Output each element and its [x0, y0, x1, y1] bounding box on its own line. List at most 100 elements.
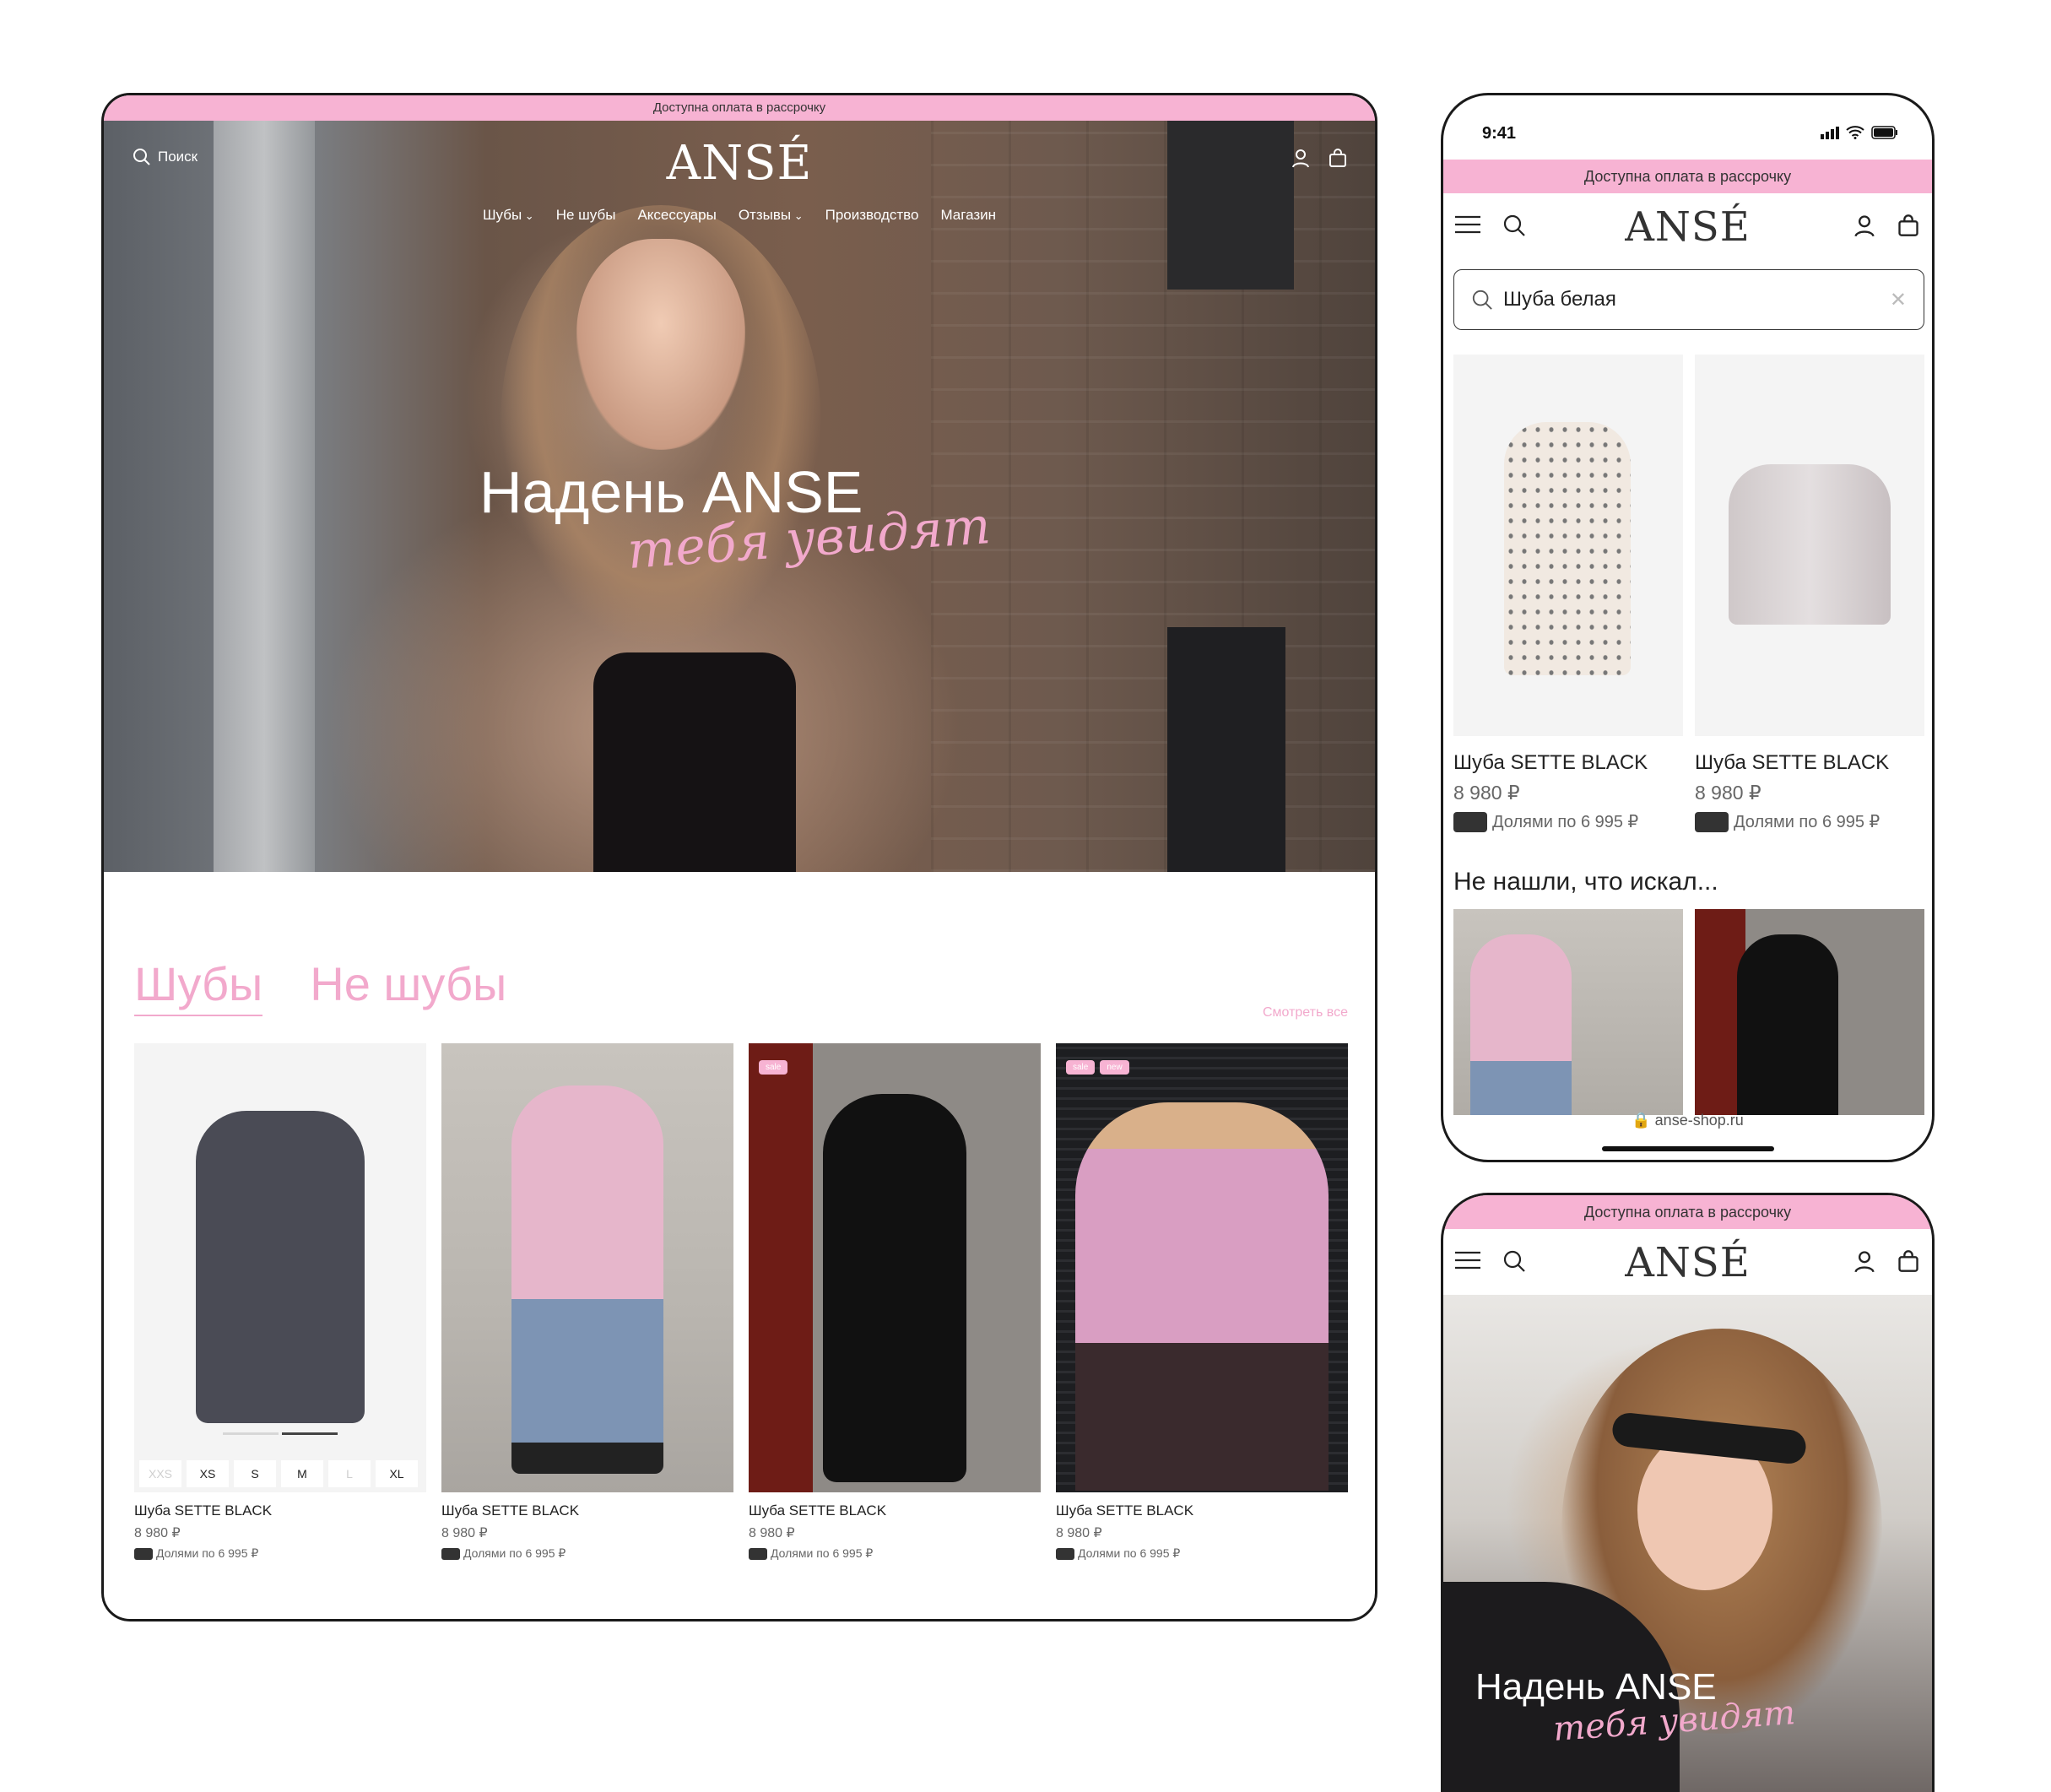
search-icon[interactable] [1502, 1249, 1526, 1273]
clear-icon[interactable]: ✕ [1890, 288, 1907, 312]
menu-icon[interactable] [1455, 214, 1480, 237]
product-price: 8 980 ₽ [749, 1526, 795, 1540]
installment-info: Долями по 6 995 ₽ [134, 1546, 426, 1561]
search-button[interactable]: Поиск [133, 148, 198, 166]
product-price: 8 980 ₽ [1056, 1526, 1102, 1540]
product-image[interactable]: XXS XS S M L XL [134, 1043, 426, 1492]
dolyami-icon [134, 1547, 153, 1560]
product-image[interactable] [1453, 355, 1683, 736]
hero-model-face [576, 239, 745, 450]
dolyami-icon [1056, 1547, 1074, 1560]
promo-banner: Доступна оплата в рассрочку [1443, 160, 1932, 193]
brand-logo[interactable]: ANSÉ [667, 136, 813, 191]
product-card[interactable]: sale new Шуба SETTE BLACK 8 980 ₽ Долями… [1056, 1043, 1348, 1561]
product-name[interactable]: Шуба SETTE BLACK [1056, 1502, 1348, 1519]
product-card[interactable]: Шуба SETTE BLACK 8 980 ₽ Долями по 6 995… [441, 1043, 733, 1561]
tab-not-coats[interactable]: Не шубы [310, 956, 506, 1016]
browser-url[interactable]: 🔒 anse-shop.ru [1443, 1112, 1932, 1129]
sale-badge: sale [1066, 1060, 1096, 1075]
desktop-site: Доступна оплата в рассрочку Поиск ANSÉ Ш… [101, 93, 1377, 1621]
site-header: Поиск ANSÉ Шубы Не шубы Аксессуары Отзыв… [104, 121, 1375, 239]
product-name[interactable]: Шуба SETTE BLACK [134, 1502, 426, 1519]
main-menu: Шубы Не шубы Аксессуары Отзывы Производс… [104, 207, 1375, 224]
product-name[interactable]: Шуба SETTE BLACK [441, 1502, 733, 1519]
menu-item-shop[interactable]: Магазин [940, 207, 996, 224]
product-image[interactable] [1695, 355, 1924, 736]
user-icon[interactable] [1853, 214, 1876, 237]
menu-item-coats[interactable]: Шубы [483, 207, 534, 224]
product-price: 8 980 ₽ [441, 1526, 488, 1540]
see-all-link[interactable]: Смотреть все [1263, 1005, 1348, 1021]
product-name[interactable]: Шуба SETTE BLACK [749, 1502, 1041, 1519]
user-icon[interactable] [1853, 1249, 1876, 1273]
wifi-icon [1846, 126, 1864, 139]
product-name[interactable]: Шуба SETTE BLACK [1695, 751, 1924, 775]
product-price: 8 980 ₽ [1695, 782, 1761, 804]
installment-info: Долями по 6 995 ₽ [1056, 1546, 1348, 1561]
home-indicator[interactable] [1601, 1146, 1774, 1151]
category-tabs: Шубы Не шубы [134, 956, 506, 1016]
bag-icon[interactable] [1897, 214, 1920, 237]
search-query: Шуба белая [1503, 288, 1616, 311]
recommendation-image[interactable] [1695, 909, 1924, 1115]
product-image[interactable] [441, 1043, 733, 1492]
new-badge: new [1100, 1060, 1129, 1075]
battery-icon [1871, 126, 1898, 139]
product-image[interactable]: sale [749, 1043, 1041, 1492]
size-option[interactable]: M [281, 1460, 323, 1487]
size-option: L [328, 1460, 371, 1487]
product-image[interactable]: sale new [1056, 1043, 1348, 1492]
mobile-home-screen: Доступна оплата в рассрочку ANSÉ Надень … [1441, 1193, 1935, 1792]
image-pager [223, 1432, 338, 1435]
mobile-search-screen: 9:41 Доступна оплата в рассрочку ANSÉ Шу… [1441, 93, 1935, 1162]
dolyami-icon [1695, 811, 1729, 832]
recommendations [1453, 909, 1924, 1115]
installment-info: Долями по 6 995 ₽ [749, 1546, 1041, 1561]
size-option: XXS [139, 1460, 181, 1487]
product-price: 8 980 ₽ [1453, 782, 1520, 804]
size-option[interactable]: S [234, 1460, 276, 1487]
menu-item-production[interactable]: Производство [825, 207, 919, 224]
not-found-heading: Не нашли, что искал... [1453, 868, 1718, 896]
search-icon [133, 148, 151, 166]
signal-icon [1821, 126, 1839, 139]
installment-info: Долями по 6 995 ₽ [1453, 811, 1683, 832]
installment-info: Долями по 6 995 ₽ [441, 1546, 733, 1561]
search-icon[interactable] [1502, 214, 1526, 237]
product-card[interactable]: XXS XS S M L XL Шуба SETTE BLACK 8 980 ₽… [134, 1043, 426, 1561]
status-bar: 9:41 [1443, 95, 1932, 160]
product-card[interactable]: Шуба SETTE BLACK 8 980 ₽ Долями по 6 995… [1453, 355, 1683, 832]
status-time: 9:41 [1482, 124, 1517, 143]
header-icons [1291, 148, 1348, 168]
menu-icon[interactable] [1455, 1249, 1480, 1273]
tab-coats[interactable]: Шубы [134, 956, 263, 1016]
menu-item-not-coats[interactable]: Не шубы [556, 207, 616, 224]
product-name[interactable]: Шуба SETTE BLACK [1453, 751, 1683, 775]
size-option[interactable]: XS [187, 1460, 229, 1487]
bag-icon[interactable] [1897, 1249, 1920, 1273]
mobile-header: ANSÉ [1443, 193, 1932, 259]
product-card[interactable]: sale Шуба SETTE BLACK 8 980 ₽ Долями по … [749, 1043, 1041, 1561]
menu-item-reviews[interactable]: Отзывы [739, 207, 804, 224]
sale-badge: sale [759, 1060, 788, 1075]
search-input[interactable]: Шуба белая ✕ [1453, 269, 1924, 330]
installment-info: Долями по 6 995 ₽ [1695, 811, 1924, 832]
dolyami-icon [1453, 811, 1487, 832]
search-icon [1471, 289, 1493, 311]
hero-banner: Поиск ANSÉ Шубы Не шубы Аксессуары Отзыв… [104, 121, 1375, 872]
product-card[interactable]: Шуба SETTE BLACK 8 980 ₽ Долями по 6 995… [1695, 355, 1924, 832]
brand-logo[interactable]: ANSÉ [1625, 1239, 1751, 1286]
user-icon[interactable] [1291, 148, 1311, 168]
product-price: 8 980 ₽ [134, 1526, 181, 1540]
bag-icon[interactable] [1328, 148, 1348, 168]
size-option[interactable]: XL [376, 1460, 418, 1487]
menu-item-accessories[interactable]: Аксессуары [637, 207, 716, 224]
product-grid: XXS XS S M L XL Шуба SETTE BLACK 8 980 ₽… [134, 1043, 1348, 1561]
search-results: Шуба SETTE BLACK 8 980 ₽ Долями по 6 995… [1453, 355, 1924, 832]
recommendation-image[interactable] [1453, 909, 1683, 1115]
brand-logo[interactable]: ANSÉ [1625, 203, 1751, 251]
size-selector: XXS XS S M L XL [139, 1460, 418, 1487]
dolyami-icon [749, 1547, 767, 1560]
promo-banner: Доступна оплата в рассрочку [104, 95, 1375, 121]
mobile-header: ANSÉ [1443, 1229, 1932, 1295]
